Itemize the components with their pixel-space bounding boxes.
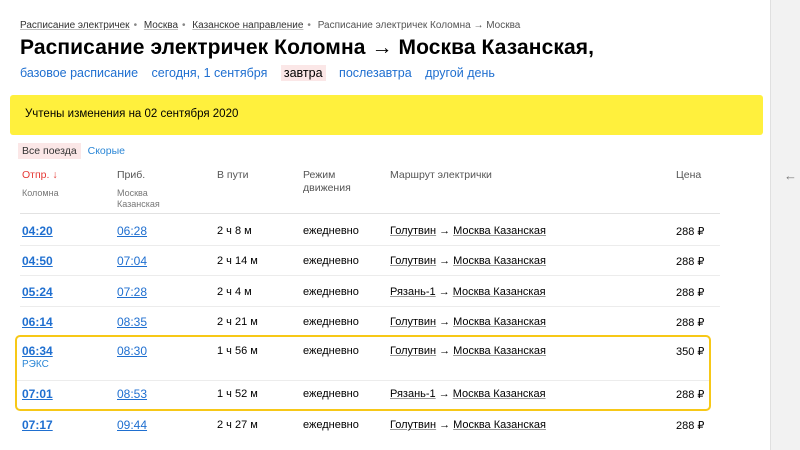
breadcrumb-item-schedules[interactable]: Расписание электричек <box>20 20 130 31</box>
route[interactable]: Рязань-1 → Москва Казанская <box>390 286 546 298</box>
travel-time: 2 ч 8 м <box>217 225 252 237</box>
arrival-time[interactable]: 07:04 <box>117 254 147 268</box>
schedule-mode: ежедневно <box>303 286 359 298</box>
page-title: Расписание электричек Коломна → Москва К… <box>20 36 595 59</box>
column-price: Цена <box>676 169 702 181</box>
changes-banner: Учтены изменения на 02 сентября 2020 <box>10 95 763 135</box>
arrival-time[interactable]: 07:28 <box>117 285 147 299</box>
departure-time[interactable]: 06:14 <box>22 315 53 329</box>
travel-time: 2 ч 4 м <box>217 286 252 298</box>
route[interactable]: Голутвин → Москва Казанская <box>390 225 546 237</box>
column-route: Маршрут электрички <box>390 169 492 181</box>
day-nav: базовое расписание сегодня, 1 сентября з… <box>20 65 505 81</box>
schedule-page: Расписание электричек • Москва • Казанское… <box>0 0 770 450</box>
column-departure-station: Коломна <box>22 188 59 198</box>
arrival-time[interactable]: 09:44 <box>117 418 147 432</box>
column-arrival-label: Приб. <box>117 169 146 181</box>
filter-fast-trains[interactable]: Скорые <box>88 145 125 157</box>
table-row[interactable]: 07:17 09:44 2 ч 27 м ежедневно Голутвин →… <box>0 418 770 448</box>
departure-time[interactable]: 05:24 <box>22 285 53 299</box>
travel-time: 2 ч 27 м <box>217 419 258 431</box>
table-header-divider <box>20 213 720 214</box>
arrival-time[interactable]: 08:35 <box>117 315 147 329</box>
column-arrival-station: Москва Казанская <box>117 188 160 209</box>
route[interactable]: Голутвин → Москва Казанская <box>390 316 546 328</box>
breadcrumb-item-moscow[interactable]: Москва <box>144 20 178 31</box>
row-divider <box>20 306 720 307</box>
schedule-mode: ежедневно <box>303 419 359 431</box>
column-departure-label: Отпр. ↓ <box>22 169 58 181</box>
day-nav-other-day[interactable]: другой день <box>425 66 495 80</box>
schedule-mode: ежедневно <box>303 225 359 237</box>
column-duration[interactable]: В пути <box>217 169 249 182</box>
side-panel <box>770 0 800 450</box>
travel-time: 2 ч 21 м <box>217 316 258 328</box>
schedule-mode: ежедневно <box>303 316 359 328</box>
departure-time[interactable]: 04:50 <box>22 254 53 268</box>
row-divider <box>20 245 720 246</box>
route[interactable]: Голутвин → Москва Казанская <box>390 255 546 267</box>
ticket-price: 288 ₽ <box>676 317 705 329</box>
day-nav-today[interactable]: сегодня, 1 сентября <box>152 66 268 80</box>
travel-time: 2 ч 14 м <box>217 255 258 267</box>
day-nav-tomorrow[interactable]: завтра <box>280 65 326 81</box>
breadcrumb-item-current: Расписание электричек Коломна → Москва <box>317 20 521 31</box>
table-row[interactable]: 04:20 06:28 2 ч 8 м ежедневно Голутвин → М… <box>0 222 770 252</box>
ticket-price: 288 ₽ <box>676 256 705 268</box>
changes-banner-text: Учтены изменения на 02 сентября 2020 <box>25 108 239 120</box>
departure-time[interactable]: 07:17 <box>22 418 53 432</box>
day-nav-base[interactable]: базовое расписание <box>20 66 138 80</box>
arrow-left-icon[interactable]: ← <box>784 168 797 183</box>
arrival-time[interactable]: 06:28 <box>117 224 147 238</box>
filter-all-trains[interactable]: Все поезда <box>18 143 81 159</box>
highlighted-trains-frame <box>15 335 711 411</box>
ticket-price: 288 ₽ <box>676 226 705 238</box>
day-nav-after-tomorrow[interactable]: послезавтра <box>339 66 412 80</box>
column-departure[interactable]: Отпр. ↓ Коломна <box>22 169 59 199</box>
table-row[interactable]: 04:50 07:04 2 ч 14 м ежедневно Голутвин →… <box>0 252 770 282</box>
departure-time[interactable]: 04:20 <box>22 224 53 238</box>
train-filters: Все поезда Скорые <box>18 143 125 159</box>
table-row[interactable]: 05:24 07:28 2 ч 4 м ежедневно Рязань-1 → М… <box>0 283 770 313</box>
ticket-price: 288 ₽ <box>676 420 705 432</box>
column-mode: Режим движения <box>303 169 351 194</box>
breadcrumb-item-direction[interactable]: Казанское направление <box>192 20 303 31</box>
schedule-mode: ежедневно <box>303 255 359 267</box>
route[interactable]: Голутвин → Москва Казанская <box>390 419 546 431</box>
row-divider <box>20 275 720 276</box>
column-arrival[interactable]: Приб. Москва Казанская <box>117 169 160 210</box>
ticket-price: 288 ₽ <box>676 287 705 299</box>
breadcrumb: Расписание электричек • Москва • Казанское… <box>20 20 521 31</box>
